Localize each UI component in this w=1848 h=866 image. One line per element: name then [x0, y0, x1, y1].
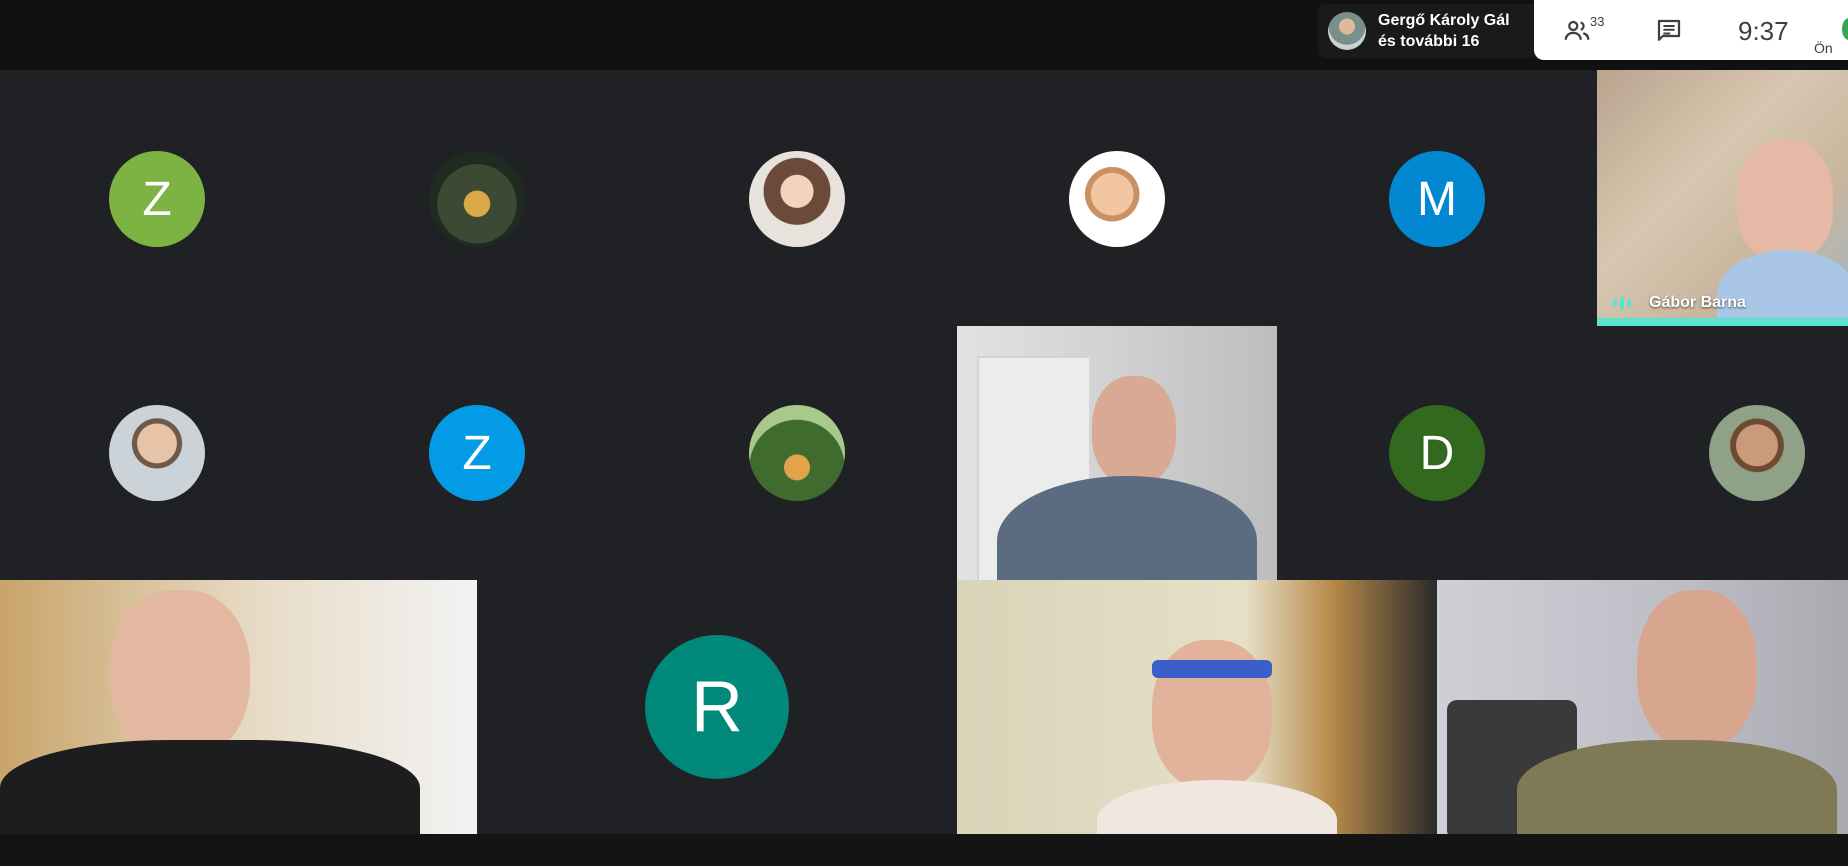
active-speaker-indicator — [1597, 318, 1848, 326]
presenter-avatar — [1328, 12, 1366, 50]
speaking-icon — [1613, 294, 1639, 310]
presenter-text: Gergő Károly Gál és további 16 — [1378, 10, 1510, 52]
participant-blouse — [1097, 780, 1337, 834]
video-tile-headset-man[interactable] — [957, 326, 1277, 580]
participant-uniform — [1517, 740, 1837, 834]
bottom-bar — [0, 834, 1848, 866]
presenter-name: Gergő Károly Gál — [1378, 12, 1510, 29]
participant-face — [1637, 590, 1757, 750]
avatar-letter: M — [1417, 172, 1457, 226]
video-tile-woman-glasses[interactable] — [957, 580, 1437, 834]
avatar-letter: R — [691, 667, 743, 747]
participant-avatar-man-glasses[interactable] — [109, 405, 205, 501]
participant-sweater — [0, 740, 420, 834]
participant-avatar-r[interactable]: R — [645, 635, 789, 779]
avatar-letter: Z — [142, 172, 172, 226]
participant-face — [1092, 376, 1176, 486]
active-speaker-tile[interactable]: Gábor Barna — [1597, 70, 1848, 326]
chat-button[interactable] — [1654, 16, 1684, 46]
chat-icon — [1657, 19, 1681, 41]
speaker-face — [1737, 140, 1833, 260]
speaker-name: Gábor Barna — [1649, 294, 1746, 311]
video-tile-soldier[interactable] — [1437, 580, 1848, 834]
participant-glasses — [1152, 660, 1272, 678]
participant-avatar-illustration[interactable] — [749, 151, 845, 247]
self-view-label: Ön — [1814, 40, 1833, 56]
participant-avatar-z[interactable]: Z — [109, 151, 205, 247]
participant-avatar-d[interactable]: D — [1389, 405, 1485, 501]
participant-avatar-z2[interactable]: Z — [429, 405, 525, 501]
avatar-letter: Z — [462, 426, 492, 480]
presenter-others: és további 16 — [1378, 33, 1480, 50]
presenter-chip[interactable]: Gergő Károly Gál és további 16 — [1318, 4, 1534, 58]
participant-avatar-memoji[interactable] — [1069, 151, 1165, 247]
participant-avatar-bearded[interactable] — [1709, 405, 1805, 501]
participant-count: 33 — [1590, 14, 1605, 29]
video-tile-woman-earbuds[interactable] — [0, 580, 477, 834]
participant-avatar-m[interactable]: M — [1389, 151, 1485, 247]
clock: 9:37 — [1738, 16, 1789, 46]
speaker-shirt — [1717, 250, 1848, 326]
participant-face — [110, 590, 250, 760]
avatar-letter: D — [1419, 426, 1455, 480]
people-button[interactable]: 33 — [1562, 14, 1612, 46]
participant-avatar-anime[interactable] — [429, 151, 525, 247]
participant-avatar-tree[interactable] — [749, 405, 845, 501]
people-icon — [1564, 20, 1590, 40]
